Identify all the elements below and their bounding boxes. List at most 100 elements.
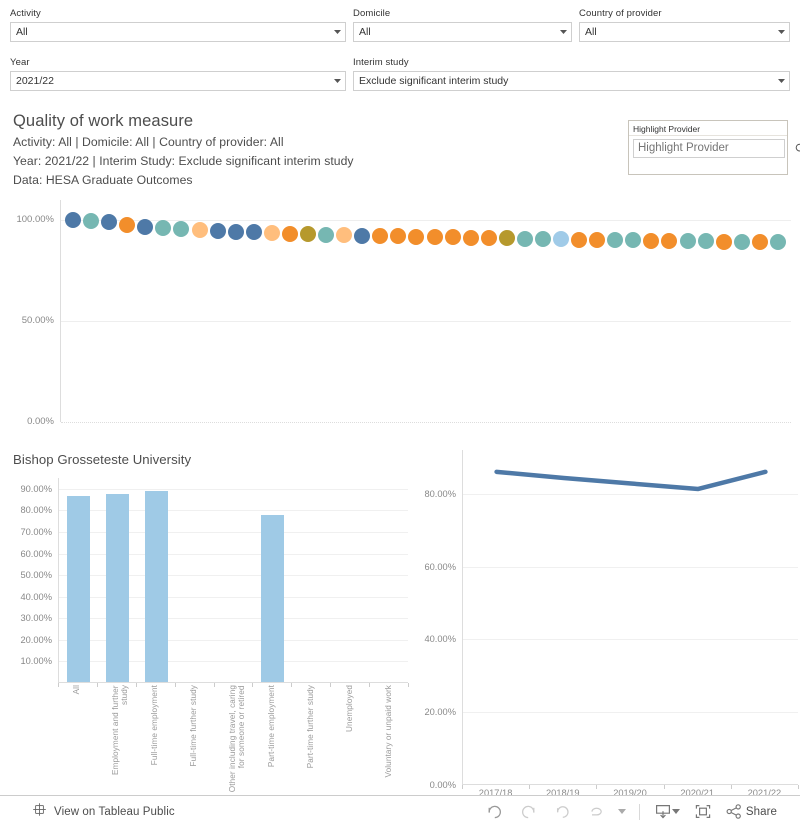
pause-dropdown-caret[interactable] [614, 798, 630, 826]
bar-chart-category-label: All [72, 685, 81, 694]
dotplot-point[interactable] [408, 229, 424, 245]
dotplot-point[interactable] [535, 231, 551, 247]
bar-chart-bar[interactable] [261, 515, 284, 682]
bar-chart-x-tick [330, 683, 331, 687]
dotplot-point[interactable] [119, 217, 135, 233]
bar-chart-x-tick [291, 683, 292, 687]
bar-chart-x-tick [58, 683, 59, 687]
title-subline-source: Data: HESA Graduate Outcomes [13, 171, 613, 190]
filter-country-of-provider-label: Country of provider [579, 8, 790, 20]
dotplot-y-tick: 100.00% [16, 215, 54, 225]
dotplot-point[interactable] [264, 225, 280, 241]
dotplot-point[interactable] [517, 231, 533, 247]
dotplot-point[interactable] [553, 231, 569, 247]
filter-interim-study-dropdown[interactable]: Exclude significant interim study [353, 71, 790, 91]
view-on-tableau-public-button[interactable]: View on Tableau Public [32, 802, 175, 822]
filter-year-label: Year [10, 57, 346, 69]
dotplot-point[interactable] [372, 228, 388, 244]
chevron-down-icon[interactable] [672, 809, 680, 814]
dotplot-plot-area[interactable] [60, 200, 791, 422]
line-chart-series-svg [463, 450, 799, 785]
line-chart-plot-area[interactable] [462, 450, 798, 785]
filter-interim-study: Interim study Exclude significant interi… [353, 57, 790, 91]
dotplot-point[interactable] [661, 233, 677, 249]
filter-year-dropdown[interactable]: 2021/22 [10, 71, 346, 91]
dotplot-point[interactable] [734, 234, 750, 250]
highlight-provider-input[interactable] [634, 140, 792, 157]
highlight-provider-field[interactable] [633, 139, 785, 158]
redo-button[interactable] [512, 798, 546, 826]
filter-interim-study-label: Interim study [353, 57, 790, 69]
filter-activity-dropdown[interactable]: All [10, 22, 346, 42]
dotplot-point[interactable] [716, 234, 732, 250]
dotplot-y-tick: 0.00% [27, 417, 54, 427]
provider-trend-line-panel[interactable]: 80.00%60.00%40.00%20.00%0.00% 2017/18201… [410, 440, 800, 798]
dashboard-title-block: Quality of work measure Activity: All | … [13, 110, 613, 190]
highlight-provider-caption: Highlight Provider [629, 121, 787, 136]
dotplot-point[interactable] [192, 222, 208, 238]
filter-activity-value: All [11, 23, 329, 41]
bar-chart-y-tick: 30.00% [20, 613, 52, 623]
dotplot-point[interactable] [607, 232, 623, 248]
share-button[interactable]: Share [720, 798, 783, 826]
refresh-button[interactable] [580, 798, 614, 826]
chevron-down-icon[interactable] [329, 72, 345, 90]
line-chart-x-tick [664, 785, 665, 789]
dotplot-point[interactable] [481, 230, 497, 246]
fullscreen-button[interactable] [686, 798, 720, 826]
undo-button[interactable] [478, 798, 512, 826]
chevron-down-icon[interactable] [773, 23, 789, 41]
dotplot-point[interactable] [246, 224, 262, 240]
line-chart-series-path[interactable] [497, 472, 766, 489]
dotplot-point[interactable] [625, 232, 641, 248]
dotplot-point[interactable] [210, 223, 226, 239]
dotplot-point[interactable] [83, 213, 99, 229]
search-icon[interactable] [792, 143, 800, 154]
dotplot-point[interactable] [101, 214, 117, 230]
bar-chart-bar[interactable] [145, 491, 168, 682]
dotplot-gridline [61, 220, 791, 221]
dotplot-point[interactable] [752, 234, 768, 250]
dotplot-point[interactable] [65, 212, 81, 228]
dotplot-point[interactable] [589, 232, 605, 248]
dotplot-point[interactable] [463, 230, 479, 246]
dotplot-point[interactable] [445, 229, 461, 245]
dotplot-point[interactable] [643, 233, 659, 249]
dotplot-point[interactable] [336, 227, 352, 243]
bar-chart-bar[interactable] [67, 496, 90, 682]
dotplot-point[interactable] [698, 233, 714, 249]
chevron-down-icon[interactable] [555, 23, 571, 41]
download-button[interactable] [649, 798, 686, 826]
dotplot-point[interactable] [427, 229, 443, 245]
page-title: Quality of work measure [13, 110, 613, 132]
dotplot-point[interactable] [173, 221, 189, 237]
quality-of-work-dotplot[interactable]: 100.00%50.00%0.00% [0, 200, 800, 422]
dotplot-point[interactable] [300, 226, 316, 242]
dotplot-point[interactable] [390, 228, 406, 244]
dotplot-point[interactable] [499, 230, 515, 246]
filter-domicile-dropdown[interactable]: All [353, 22, 572, 42]
line-chart-y-tick: 20.00% [424, 707, 456, 717]
dotplot-point[interactable] [571, 232, 587, 248]
provider-activity-bar-panel[interactable]: Bishop Grosseteste University 90.00%80.0… [0, 440, 410, 798]
bar-chart-x-tick [369, 683, 370, 687]
bar-chart-gridline [59, 489, 408, 490]
revert-button[interactable] [546, 798, 580, 826]
filter-country-of-provider-dropdown[interactable]: All [579, 22, 790, 42]
dotplot-point[interactable] [155, 220, 171, 236]
bar-chart-bar[interactable] [106, 494, 129, 682]
chevron-down-icon[interactable] [329, 23, 345, 41]
dotplot-point[interactable] [282, 226, 298, 242]
line-chart-y-tick: 40.00% [424, 634, 456, 644]
chevron-down-icon[interactable] [773, 72, 789, 90]
dotplot-point[interactable] [770, 234, 786, 250]
dotplot-point[interactable] [228, 224, 244, 240]
dotplot-point[interactable] [137, 219, 153, 235]
dotplot-point[interactable] [354, 228, 370, 244]
bar-chart-plot-area[interactable] [58, 478, 408, 683]
bar-chart-category-label: Other including travel, caring for someo… [228, 685, 246, 792]
dotplot-gridline [61, 422, 791, 423]
dotplot-point[interactable] [680, 233, 696, 249]
dotplot-point[interactable] [318, 227, 334, 243]
toolbar-divider [639, 804, 640, 820]
